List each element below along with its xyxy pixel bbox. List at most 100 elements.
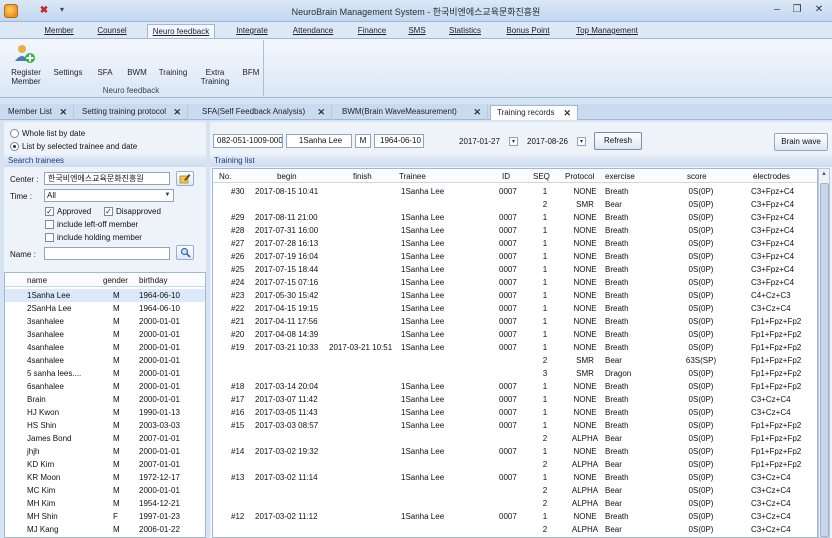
- approved-checkbox[interactable]: ✓: [45, 207, 54, 216]
- doc-tab-bwm[interactable]: BWM(Brain WaveMeasurement) ✕: [336, 105, 488, 120]
- column-header-no[interactable]: No.: [219, 172, 231, 181]
- column-header-finish[interactable]: finish: [353, 172, 372, 181]
- center-field[interactable]: 한국비엔에스교육문화진흥원: [44, 172, 170, 185]
- tab-sms[interactable]: SMS: [404, 24, 430, 38]
- close-window-icon[interactable]: ✕: [810, 2, 828, 18]
- training-row[interactable]: #28 2017-07-31 16:00 1Sanha Lee 0007 1 NONE Br…: [213, 224, 817, 237]
- trainee-row[interactable]: jhjh M 2000-01-01: [5, 445, 205, 458]
- trainee-row[interactable]: 3sanhalee M 2000-01-01: [5, 315, 205, 328]
- column-header-begin[interactable]: begin: [277, 172, 297, 181]
- trainee-row[interactable]: MJ Kang M 2006-01-22: [5, 523, 205, 536]
- calendar-dropdown-icon[interactable]: ▾: [509, 137, 518, 146]
- training-row[interactable]: #20 2017-04-08 14:39 1Sanha Lee 0007 1 NONE Br…: [213, 328, 817, 341]
- close-tab-icon[interactable]: ✕: [317, 105, 325, 119]
- settings-button[interactable]: Settings: [50, 68, 86, 77]
- training-row[interactable]: #29 2017-08-11 21:00 1Sanha Lee 0007 1 NONE Br…: [213, 211, 817, 224]
- scrollbar-thumb[interactable]: [820, 183, 829, 537]
- refresh-button[interactable]: Refresh: [594, 132, 642, 150]
- trainee-row[interactable]: 4sanhalee M 2000-01-01: [5, 354, 205, 367]
- doc-tab-training-records[interactable]: Training records ✕: [490, 105, 578, 120]
- trainee-row[interactable]: Brain M 2000-01-01: [5, 393, 205, 406]
- training-row[interactable]: #13 2017-03-02 11:14 1Sanha Lee 0007 1 NONE Br…: [213, 471, 817, 484]
- doc-tab-sfa[interactable]: SFA(Self Feedback Analysis) ✕: [196, 105, 332, 120]
- column-header-seq[interactable]: SEQ: [533, 172, 550, 181]
- brain-wave-button[interactable]: Brain wave: [774, 133, 828, 151]
- training-row[interactable]: 2 ALPHA Bear 0S(0P) C3+Cz+C4: [213, 484, 817, 497]
- training-row[interactable]: #30 2017-08-15 10:41 1Sanha Lee 0007 1 NONE Br…: [213, 185, 817, 198]
- trainee-row[interactable]: MH Kim M 1954-12-21: [5, 497, 205, 510]
- training-row[interactable]: #25 2017-07-15 18:44 1Sanha Lee 0007 1 NONE Br…: [213, 263, 817, 276]
- training-row[interactable]: 3 SMR Dragon 0S(0P) Fp1+Fpz+Fp2: [213, 367, 817, 380]
- date-from-picker[interactable]: 2017-01-27 ▾: [456, 135, 520, 148]
- training-button[interactable]: Training: [156, 68, 190, 77]
- radio-whole-list[interactable]: [10, 129, 19, 138]
- trainee-row[interactable]: KD Kim M 2007-01-01: [5, 458, 205, 471]
- training-row[interactable]: #27 2017-07-28 16:13 1Sanha Lee 0007 1 NONE Br…: [213, 237, 817, 250]
- trainee-row[interactable]: 2SanHa Lee M 1964-06-10: [5, 302, 205, 315]
- training-list-scrollbar[interactable]: ▲: [818, 168, 830, 538]
- column-header-exercise[interactable]: exercise: [605, 172, 635, 181]
- tab-neuro-feedback[interactable]: Neuro feedback: [147, 24, 215, 38]
- extra-training-button[interactable]: Extra Training: [198, 68, 232, 86]
- trainee-row[interactable]: 5 sanha lees.... M 2000-01-01: [5, 367, 205, 380]
- trainee-row[interactable]: MC Kim M 2000-01-01: [5, 484, 205, 497]
- trainee-row[interactable]: MH Shin F 1997-01-23: [5, 510, 205, 523]
- close-tab-icon[interactable]: ✕: [473, 105, 481, 119]
- training-row[interactable]: #23 2017-05-30 15:42 1Sanha Lee 0007 1 NONE Br…: [213, 289, 817, 302]
- trainee-row[interactable]: HS Shin M 2003-03-03: [5, 419, 205, 432]
- training-row[interactable]: #21 2017-04-11 17:56 1Sanha Lee 0007 1 NONE Br…: [213, 315, 817, 328]
- maximize-icon[interactable]: ❐: [788, 2, 806, 18]
- tab-bonus-point[interactable]: Bonus Point: [500, 24, 556, 38]
- column-header-name[interactable]: name: [27, 276, 47, 285]
- training-row[interactable]: #15 2017-03-03 08:57 1Sanha Lee 0007 1 NONE Br…: [213, 419, 817, 432]
- bfm-button[interactable]: BFM: [238, 68, 264, 77]
- tab-integrate[interactable]: Integrate: [230, 24, 274, 38]
- trainee-row[interactable]: KR Moon M 1972-12-17: [5, 471, 205, 484]
- trainee-row[interactable]: 1Sanha Lee M 1964-06-10: [5, 289, 205, 302]
- date-to-picker[interactable]: 2017-08-26 ▾: [524, 135, 588, 148]
- training-row[interactable]: 2 SMR Bear 0S(0P) C3+Fpz+C4: [213, 198, 817, 211]
- time-select[interactable]: All ▼: [44, 189, 174, 202]
- scroll-up-icon[interactable]: ▲: [821, 171, 827, 177]
- trainee-row[interactable]: 6sanhalee M 2000-01-01: [5, 380, 205, 393]
- training-row[interactable]: 2 ALPHA Bear 0S(0P) C3+Cz+C4: [213, 497, 817, 510]
- tab-finance[interactable]: Finance: [352, 24, 392, 38]
- column-header-electrodes[interactable]: electrodes: [753, 172, 790, 181]
- training-row[interactable]: 2 ALPHA Bear 0S(0P) Fp1+Fpz+Fp2: [213, 458, 817, 471]
- sfa-button[interactable]: SFA: [92, 68, 118, 77]
- name-search-input[interactable]: [44, 247, 170, 260]
- doc-tab-member-list[interactable]: Member List ✕: [2, 105, 74, 120]
- tab-statistics[interactable]: Statistics: [444, 24, 486, 38]
- column-header-score[interactable]: score: [687, 172, 707, 181]
- doc-tab-setting-protocol[interactable]: Setting training protocol ✕: [76, 105, 188, 120]
- tab-counsel[interactable]: Counsel: [92, 24, 132, 38]
- column-header-gender[interactable]: gender: [103, 276, 128, 285]
- trainee-row[interactable]: James Bond M 2007-01-01: [5, 432, 205, 445]
- tab-attendance[interactable]: Attendance: [288, 24, 338, 38]
- column-header-protocol[interactable]: Protocol: [565, 172, 594, 181]
- minimize-icon[interactable]: –: [768, 2, 786, 18]
- training-row[interactable]: #26 2017-07-19 16:04 1Sanha Lee 0007 1 NONE Br…: [213, 250, 817, 263]
- leftoff-checkbox[interactable]: [45, 220, 54, 229]
- calendar-dropdown-icon[interactable]: ▾: [577, 137, 586, 146]
- column-header-trainee[interactable]: Trainee: [399, 172, 426, 181]
- training-row[interactable]: 2 SMR Bear 63S(SP) Fp1+Fpz+Fp2: [213, 354, 817, 367]
- training-row[interactable]: 2 ALPHA Bear 0S(0P) Fp1+Fpz+Fp2: [213, 432, 817, 445]
- trainee-row[interactable]: 4sanhalee M 2000-01-01: [5, 341, 205, 354]
- column-header-birthday[interactable]: birthday: [139, 276, 167, 285]
- training-row[interactable]: #12 2017-03-02 11:12 1Sanha Lee 0007 1 NONE Br…: [213, 510, 817, 523]
- training-row[interactable]: #18 2017-03-14 20:04 1Sanha Lee 0007 1 NONE Br…: [213, 380, 817, 393]
- center-edit-button[interactable]: [176, 171, 194, 186]
- close-tab-icon[interactable]: ✕: [173, 105, 181, 119]
- trainee-row[interactable]: 3sanhalee M 2000-01-01: [5, 328, 205, 341]
- training-row[interactable]: 2 ALPHA Bear 0S(0P) C3+Cz+C4: [213, 523, 817, 536]
- disapproved-checkbox[interactable]: ✓: [104, 207, 113, 216]
- training-row[interactable]: #24 2017-07-15 07:16 1Sanha Lee 0007 1 NONE Br…: [213, 276, 817, 289]
- tab-member[interactable]: Member: [40, 24, 78, 38]
- tab-top-management[interactable]: Top Management: [572, 24, 642, 38]
- trainee-row[interactable]: HJ Kwon M 1990-01-13: [5, 406, 205, 419]
- training-row[interactable]: #14 2017-03-02 19:32 1Sanha Lee 0007 1 NONE Br…: [213, 445, 817, 458]
- holding-checkbox[interactable]: [45, 233, 54, 242]
- training-row[interactable]: #22 2017-04-15 19:15 1Sanha Lee 0007 1 NONE Br…: [213, 302, 817, 315]
- register-member-button[interactable]: Register Member: [6, 68, 46, 86]
